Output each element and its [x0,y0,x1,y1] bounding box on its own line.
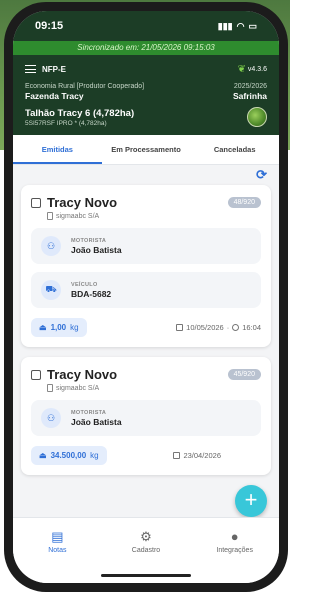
vehicle-label: VEÍCULO [71,281,98,288]
note-date: 10/05/2026 [186,323,224,332]
clock-icon [232,324,240,331]
farm-selector[interactable]: Economia Rural [Produtor Cooperado] Faze… [25,83,267,101]
weight-chip: ⏏ 34.500,00 kg [31,446,107,465]
plot-selector[interactable]: Talhão Tracy 6 (4,782ha) 5SI57RSF IPRO *… [25,107,267,127]
sync-banner: Sincronizado em: 21/05/2026 09:15:03 [13,41,279,55]
person-icon: ⚇ [41,236,61,256]
document-icon [47,384,53,392]
clock: 09:15 [35,20,64,32]
leaf-icon: ❦ [237,63,246,75]
company-name: sigmaabc S/A [56,212,100,220]
note-card[interactable]: Tracy Novo sigmaabc S/A 45/920 ⚇ MOTORIS… [21,357,271,475]
user-icon: ● [230,528,239,544]
menu-button[interactable]: NFP-E [25,65,66,74]
person-icon: ⚇ [41,408,61,428]
version-info: ❦ v4.3.6 [238,64,267,75]
calendar-icon [173,452,181,459]
status-bar: 09:15 ▮▮▮ ◠ ▭ [13,11,279,41]
weight-icon: ⏏ [39,451,47,460]
version-label: v4.3.6 [247,65,267,73]
driver-box: ⚇ MOTORISTA João Batista [31,228,261,264]
season: Safrinha [232,91,267,101]
tab-em-processamento[interactable]: Em Processamento [102,135,191,164]
signal-icon: ▮▮▮ [217,20,233,31]
home-indicator [101,574,191,577]
nav-label: Cadastro [131,546,161,554]
vehicle-plate: BDA-5682 [71,288,112,299]
weight-unit: kg [70,323,79,332]
driver-label: MOTORISTA [71,409,107,416]
app-header: NFP-E ❦ v4.3.6 Economia Rural [Produtor … [13,55,279,135]
vehicle-box: ⛟ VEÍCULO BDA-5682 [31,272,261,308]
tab-canceladas[interactable]: Canceladas [190,135,279,164]
nav-integracoes[interactable]: ● Integrações [190,518,279,565]
company-name: sigmaabc S/A [56,384,100,392]
wifi-icon: ◠ [236,20,245,31]
weight-value: 1,00 [50,323,67,332]
plot-subtitle: 5SI57RSF IPRO * (4,782ha) [25,119,107,127]
nav-cadastro[interactable]: ⚙ Cadastro [102,518,191,565]
calendar-icon [176,324,184,331]
farm-name: Fazenda Tracy [25,91,84,101]
bottom-navigation: ▤ Notas ⚙ Cadastro ● Integrações [13,517,279,565]
add-note-button[interactable]: + [235,485,267,517]
nav-notas[interactable]: ▤ Notas [13,518,102,565]
plot-thumbnail [247,107,267,127]
phone-frame: 09:15 ▮▮▮ ◠ ▭ Sincronizado em: 21/05/202… [4,2,288,592]
note-datetime: 23/04/2026 [173,451,221,460]
note-datetime: 10/05/2026 · 16:04 [176,323,261,332]
driver-label: MOTORISTA [71,237,107,244]
period: 2025/2026 [233,83,267,90]
note-title: Tracy Novo [47,195,118,210]
status-icons: ▮▮▮ ◠ ▭ [218,21,257,32]
nav-label: Integrações [216,546,253,554]
nav-label: Notas [48,546,67,554]
note-card[interactable]: Tracy Novo sigmaabc S/A 48/920 ⚇ MOTORIS… [21,185,271,347]
weight-unit: kg [90,451,99,460]
notes-icon: ▤ [51,528,64,544]
driver-name: João Batista [71,244,122,255]
note-title: Tracy Novo [47,367,118,382]
tab-bar: Emitidas Em Processamento Canceladas [13,135,279,165]
select-checkbox[interactable] [31,198,41,208]
note-date: 23/04/2026 [183,451,221,460]
note-number-badge: 48/920 [227,197,261,208]
weight-value: 34.500,00 [50,451,87,460]
driver-box: ⚇ MOTORISTA João Batista [31,400,261,436]
app-screen: 09:15 ▮▮▮ ◠ ▭ Sincronizado em: 21/05/202… [13,11,279,583]
driver-name: João Batista [71,416,122,427]
org-type: Economia Rural [Produtor Cooperado] [25,83,145,90]
note-number-badge: 45/920 [227,369,261,380]
plot-name: Talhão Tracy 6 (4,782ha) [25,107,135,119]
truck-icon: ⛟ [41,280,61,300]
note-time: 16:04 [242,323,261,332]
notes-list: Tracy Novo sigmaabc S/A 48/920 ⚇ MOTORIS… [13,185,279,475]
weight-chip: ⏏ 1,00 kg [31,318,87,337]
document-icon [47,212,53,220]
weight-icon: ⏏ [39,323,47,332]
refresh-icon[interactable]: ⟳ [256,167,267,183]
battery-icon: ▭ [248,20,257,31]
hamburger-icon [25,65,36,73]
select-checkbox[interactable] [31,370,41,380]
module-title: NFP-E [42,64,66,74]
tab-emitidas[interactable]: Emitidas [13,135,102,164]
gear-icon: ⚙ [140,528,152,544]
